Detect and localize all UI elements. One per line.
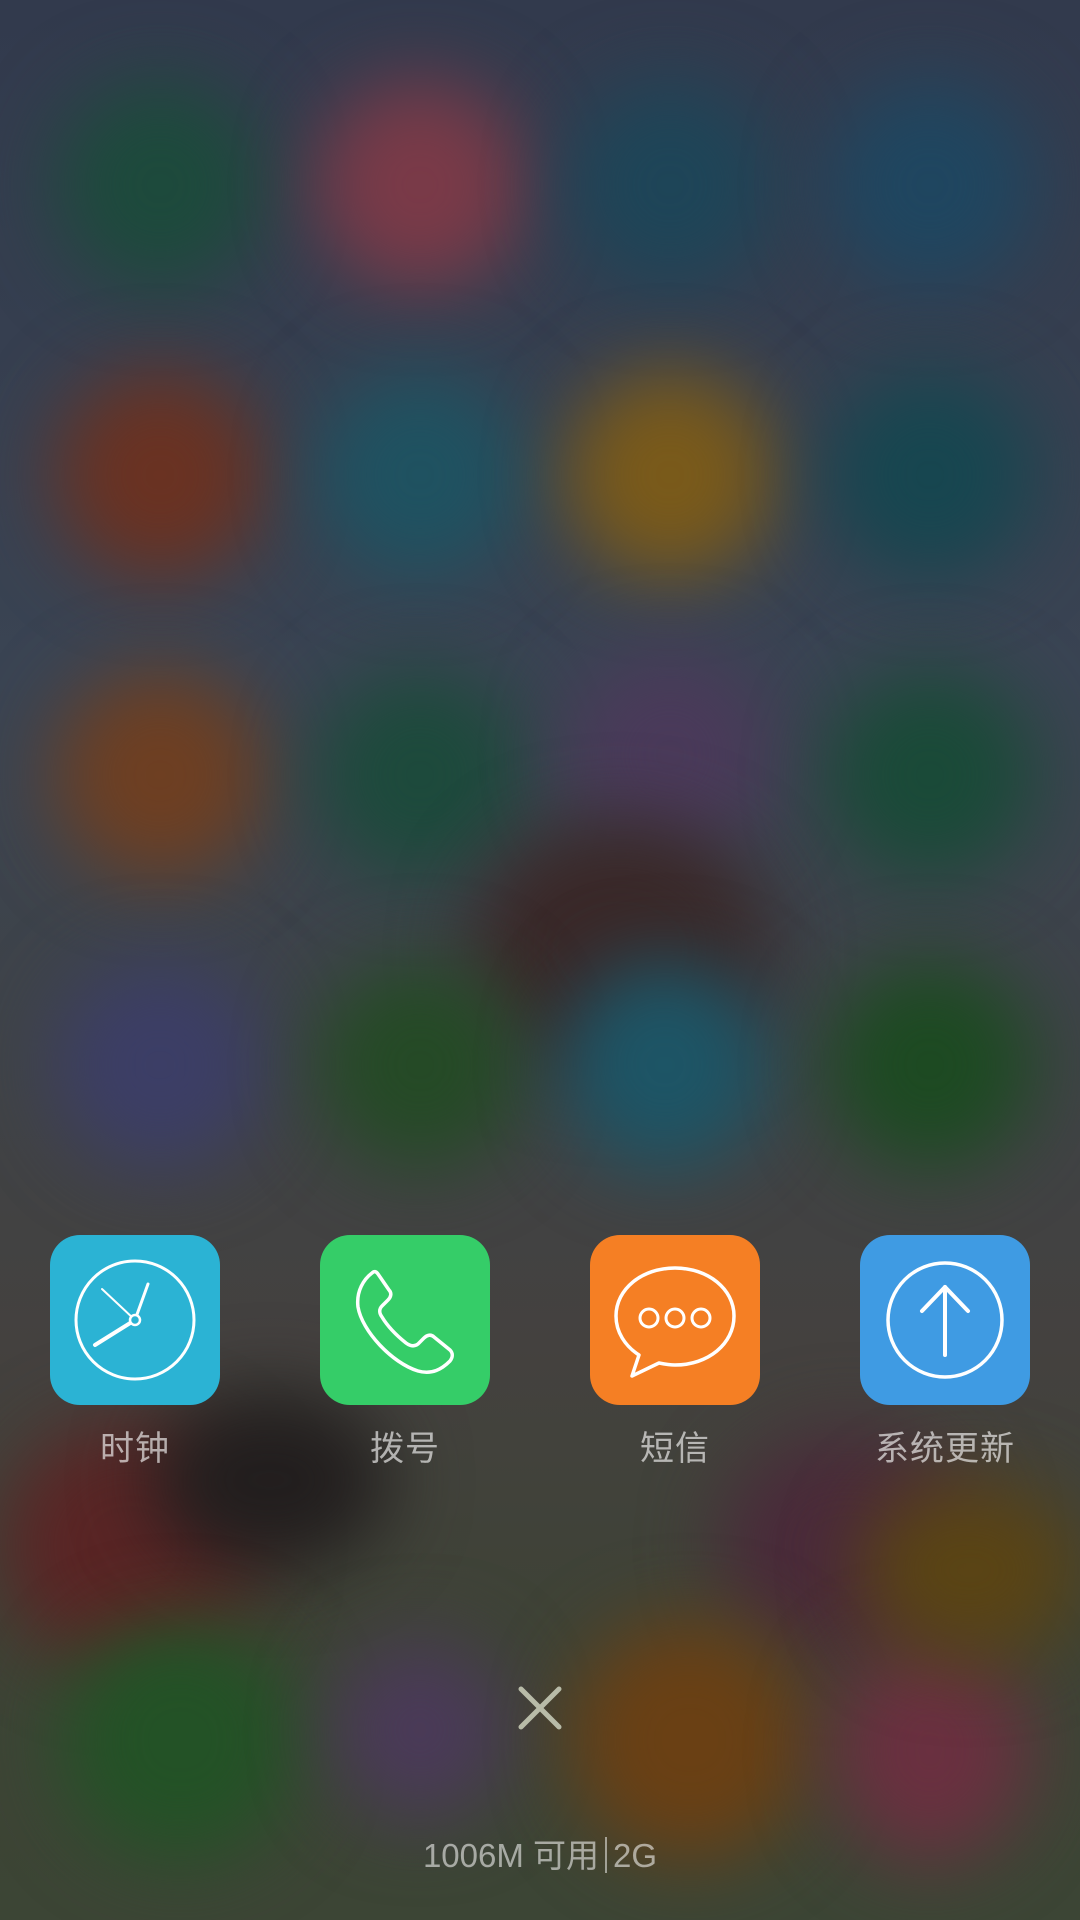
recent-app-system-update[interactable]: 系统更新	[830, 1235, 1060, 1471]
recent-apps-row: 时钟 拨号 短信 系统更新	[0, 1235, 1080, 1475]
blurred-wallpaper	[0, 0, 1080, 1920]
memory-status: 1006M 可用 2G	[0, 1836, 1080, 1876]
close-icon	[518, 1686, 562, 1730]
memory-divider	[605, 1837, 608, 1873]
memory-available: 1006M 可用	[422, 1837, 600, 1874]
clock-icon	[74, 1259, 196, 1381]
arrow-up-circle-icon	[886, 1261, 1004, 1379]
clear-all-button[interactable]	[500, 1668, 580, 1748]
app-label-phone: 拨号	[370, 1430, 440, 1468]
app-label-messages: 短信	[640, 1430, 710, 1468]
recent-app-phone[interactable]: 拨号	[290, 1235, 520, 1471]
memory-total: 2G	[613, 1837, 658, 1874]
recent-app-messages[interactable]: 短信	[560, 1235, 790, 1471]
app-label-clock: 时钟	[100, 1430, 170, 1468]
clock-app-icon[interactable]	[50, 1235, 220, 1405]
recent-app-clock[interactable]: 时钟	[20, 1235, 250, 1471]
phone-icon	[355, 1269, 454, 1374]
recents-screen: 时钟 拨号 短信 系统更新 1006M 可用 2G	[0, 0, 1080, 1920]
system-update-app-icon[interactable]	[860, 1235, 1030, 1405]
messages-app-icon[interactable]	[590, 1235, 760, 1405]
chat-bubble-icon	[614, 1266, 736, 1378]
app-label-system-update: 系统更新	[875, 1430, 1015, 1468]
phone-app-icon[interactable]	[320, 1235, 490, 1405]
